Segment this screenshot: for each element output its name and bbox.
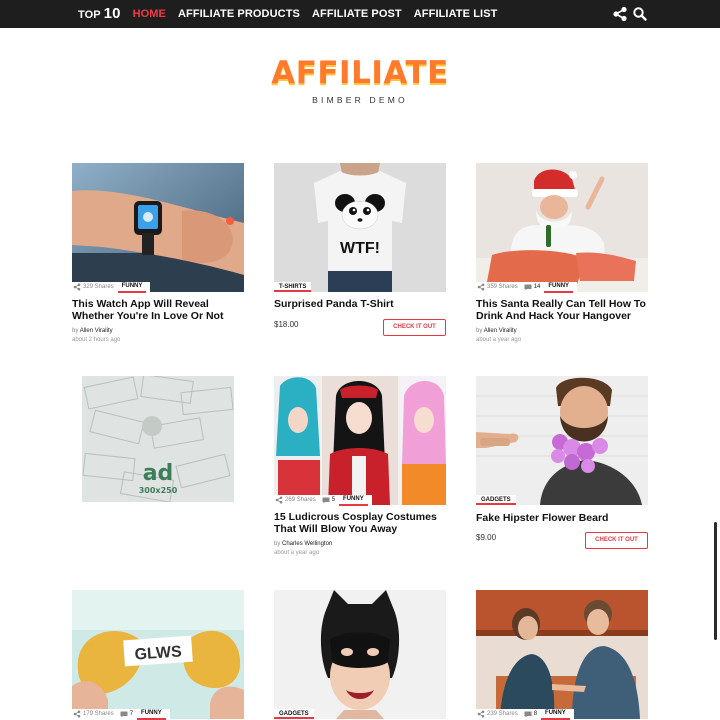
comment-icon: [524, 711, 532, 717]
post-meta: 269 Shares 5 FUNNY: [274, 495, 372, 506]
fortune-paper-text: GLWS: [134, 643, 183, 663]
post-meta: 239 Shares 8 FUNNY: [476, 709, 574, 720]
share-count-icon: [477, 283, 485, 291]
share-count: 329 Shares: [83, 284, 114, 290]
post-thumbnail[interactable]: [476, 163, 648, 292]
product-thumbnail[interactable]: [476, 376, 648, 505]
nav-top-number: 10: [103, 4, 121, 22]
ad-size-text: 300x250: [139, 486, 178, 495]
post-meta: 179 Shares 7 FUNNY: [72, 709, 170, 720]
comment-count[interactable]: 7: [130, 711, 133, 717]
comment-count[interactable]: 8: [534, 711, 537, 717]
nav-item-top10[interactable]: TOP 10: [78, 0, 121, 29]
product-thumbnail[interactable]: [274, 590, 446, 719]
post-author[interactable]: Allen Virality: [484, 328, 517, 334]
post-thumbnail[interactable]: GLWS: [72, 590, 244, 719]
post-meta: 329 Shares FUNNY: [72, 282, 151, 293]
comment-count[interactable]: 5: [332, 497, 335, 503]
post-thumbnail[interactable]: [72, 163, 244, 292]
logo-subtitle: BIMBER DEMO: [312, 95, 408, 105]
category-badge[interactable]: GADGETS: [274, 709, 314, 719]
product-thumbnail[interactable]: WTF!: [274, 163, 446, 292]
post-meta: 359 Shares 14 FUNNY: [476, 282, 578, 293]
post-title[interactable]: This Watch App Will Reveal Whether You'r…: [72, 298, 248, 322]
nav-item-affiliate-post[interactable]: AFFILIATE POST: [312, 0, 402, 28]
product-price: $18.00: [274, 320, 299, 329]
page-scrollbar[interactable]: [714, 522, 717, 640]
byline-by: by: [274, 541, 281, 547]
product-title[interactable]: Fake Hipster Flower Beard: [476, 512, 652, 525]
share-count: 359 Shares: [487, 284, 518, 290]
post-byline: by Charles Wellington: [274, 541, 332, 547]
post-time: about a year ago: [274, 550, 320, 556]
nav-item-affiliate-products[interactable]: AFFILIATE PRODUCTS: [178, 0, 300, 28]
comment-icon: [524, 284, 532, 290]
search-icon[interactable]: [632, 6, 648, 22]
nav-icons: [608, 6, 648, 22]
post-author[interactable]: Charles Wellington: [282, 541, 332, 547]
nav-top-prefix: TOP: [78, 8, 101, 21]
post-byline: by Allen Virality: [72, 328, 113, 334]
share-count-icon: [275, 496, 283, 504]
category-badge[interactable]: FUNNY: [117, 282, 147, 293]
product-price: $9.00: [476, 533, 497, 542]
ad-image[interactable]: ad 300x250: [82, 376, 234, 502]
product-title[interactable]: Surprised Panda T-Shirt: [274, 298, 450, 311]
check-it-out-button[interactable]: CHECK IT OUT: [585, 532, 648, 549]
share-count: 269 Shares: [285, 497, 316, 503]
post-time: about a year ago: [476, 337, 522, 343]
byline-by: by: [72, 328, 79, 334]
share-count-icon: [477, 710, 485, 718]
category-badge[interactable]: FUNNY: [339, 495, 368, 506]
byline-by: by: [476, 328, 483, 334]
site-logo[interactable]: AFFILIATE BIMBER DEMO: [0, 54, 720, 105]
comment-count[interactable]: 14: [534, 284, 541, 290]
tshirt-print-text: WTF!: [340, 240, 380, 257]
share-count-icon: [73, 710, 81, 718]
share-count: 239 Shares: [487, 711, 518, 717]
post-time: about 2 hours ago: [72, 337, 121, 343]
category-badge[interactable]: FUNNY: [541, 709, 570, 720]
post-byline: by Allen Virality: [476, 328, 517, 334]
comment-icon: [322, 497, 330, 503]
nav-item-home[interactable]: HOME: [133, 0, 166, 28]
check-it-out-button[interactable]: CHECK IT OUT: [383, 319, 446, 336]
share-count: 179 Shares: [83, 711, 114, 717]
ad-text: ad: [143, 461, 174, 486]
share-count-icon: [73, 283, 81, 291]
post-thumbnail[interactable]: [274, 376, 446, 505]
category-badge[interactable]: T-SHIRTS: [274, 282, 312, 292]
share-icon[interactable]: [612, 6, 628, 22]
comment-icon: [120, 711, 128, 717]
main-nav: TOP 10 HOME AFFILIATE PRODUCTS AFFILIATE…: [78, 0, 509, 28]
top-navigation-bar: TOP 10 HOME AFFILIATE PRODUCTS AFFILIATE…: [0, 0, 720, 28]
category-badge[interactable]: FUNNY: [137, 709, 166, 720]
post-author[interactable]: Allen Virality: [80, 328, 113, 334]
post-thumbnail[interactable]: [476, 590, 648, 719]
post-title[interactable]: 15 Ludicrous Cosplay Costumes That Will …: [274, 511, 450, 535]
category-badge[interactable]: FUNNY: [544, 282, 574, 293]
nav-item-affiliate-list[interactable]: AFFILIATE LIST: [414, 0, 498, 28]
category-badge[interactable]: GADGETS: [476, 495, 516, 505]
post-title[interactable]: This Santa Really Can Tell How To Drink …: [476, 298, 652, 322]
logo-title: AFFILIATE: [271, 55, 449, 91]
